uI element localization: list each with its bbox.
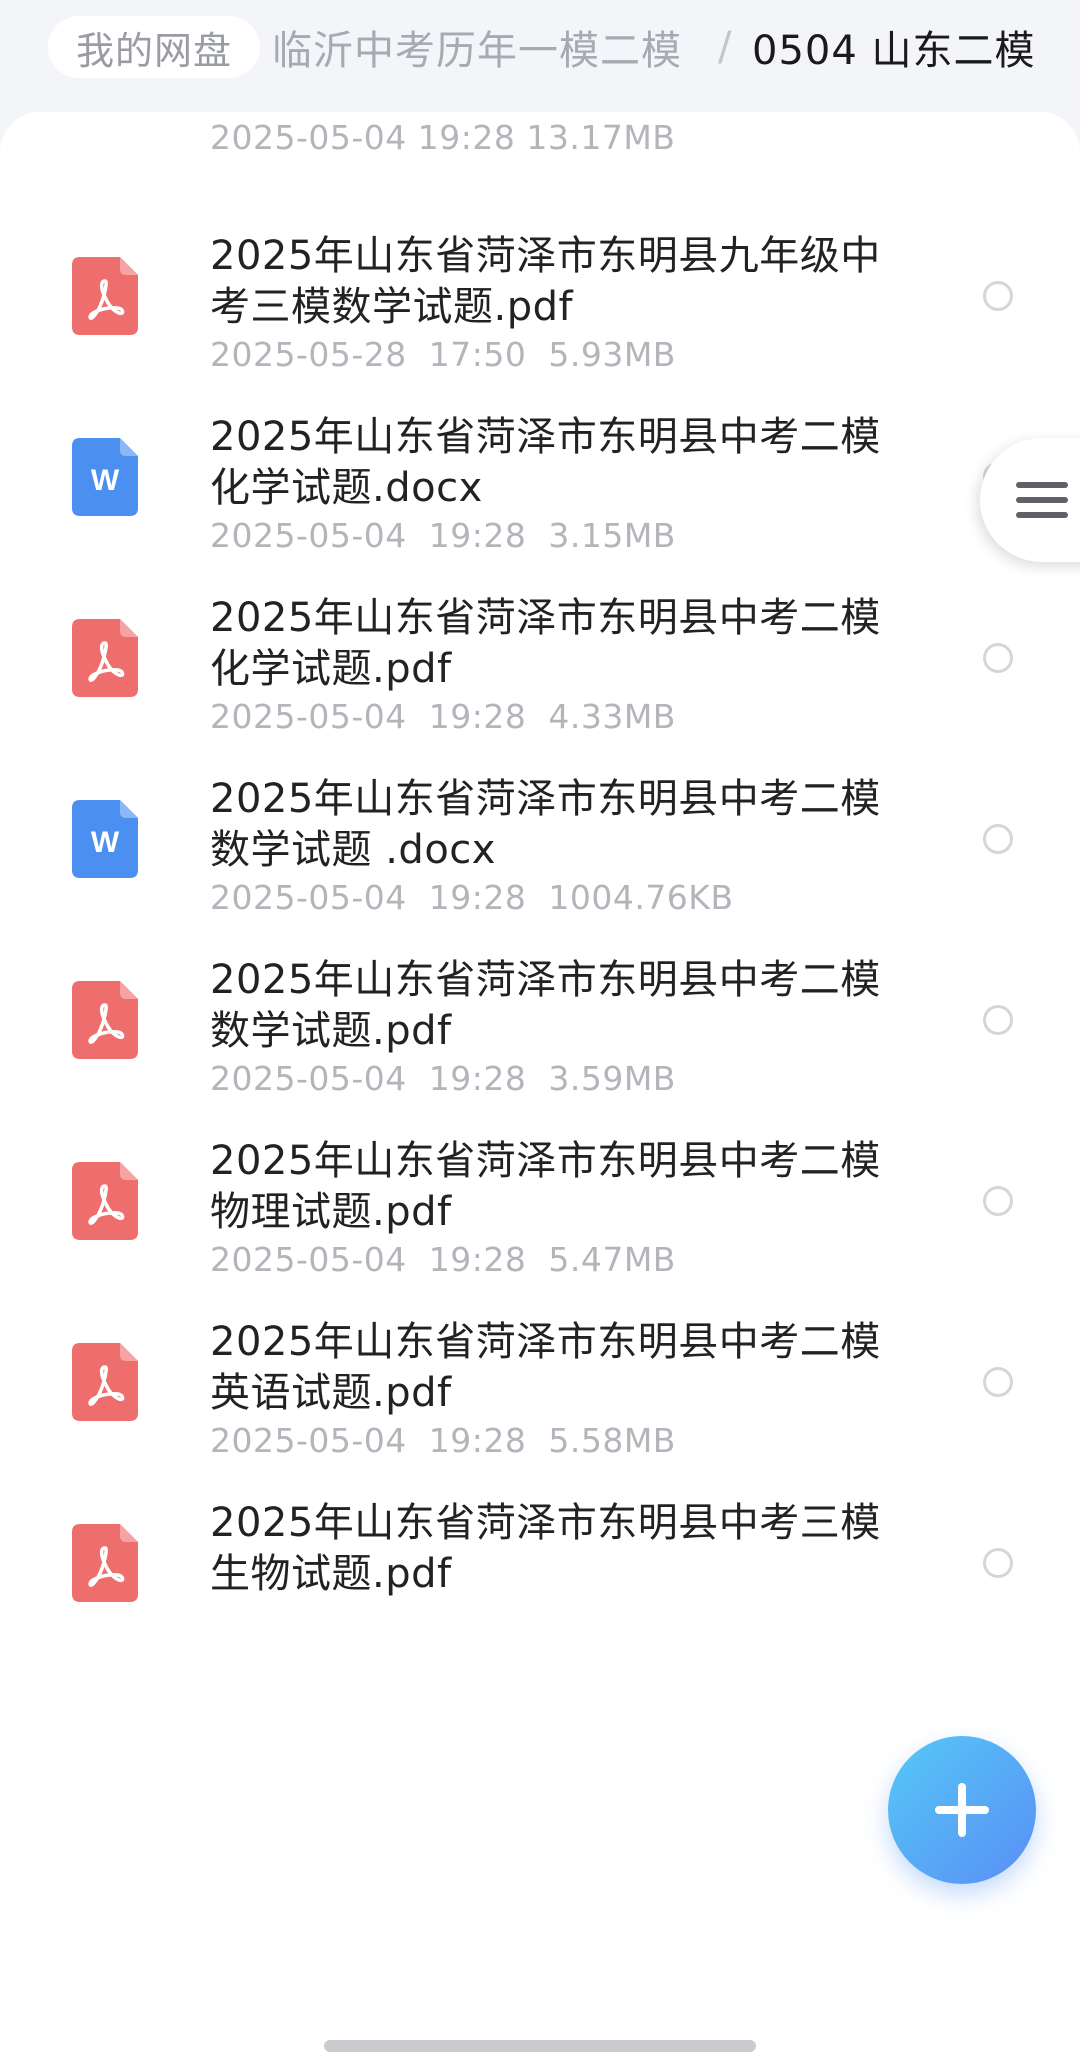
add-button[interactable]: [888, 1736, 1036, 1884]
file-name: 2025年山东省菏泽市东明县中考二模物理试题.pdf: [210, 1138, 881, 1235]
select-radio[interactable]: [983, 1005, 1013, 1035]
breadcrumb-root[interactable]: 我的网盘: [48, 16, 261, 78]
file-list-item[interactable]: 2025年山东省菏泽市东明县中考三模生物试题.pdf: [0, 1436, 1080, 1636]
select-radio[interactable]: [983, 1548, 1013, 1578]
pdf-file-icon: [72, 1343, 138, 1421]
file-list-item[interactable]: W 2025年山东省菏泽市东明县中考二模数学试题 .docx 2025-05-04 …: [0, 712, 1080, 917]
file-name: 2025年山东省菏泽市东明县中考二模化学试题.docx: [210, 414, 881, 511]
pdf-file-icon: [72, 1162, 138, 1240]
word-file-icon: W: [72, 800, 138, 878]
pdf-file-icon: [72, 981, 138, 1059]
file-list-item[interactable]: 2025年山东省菏泽市东明县九年级中考三模数学试题.pdf 2025-05-28 …: [0, 169, 1080, 374]
breadcrumb-separator: /: [718, 24, 732, 70]
breadcrumb-parent[interactable]: 临沂中考历年一模二模: [272, 16, 682, 78]
select-radio[interactable]: [983, 1186, 1013, 1216]
file-list-item[interactable]: W 2025年山东省菏泽市东明县中考二模化学试题.docx 2025-05-04 1…: [0, 350, 1080, 555]
svg-text:W: W: [91, 826, 120, 859]
svg-text:W: W: [91, 464, 120, 497]
top-bar: 我的网盘 临沂中考历年一模二模 / 0504 山东二模: [0, 0, 1080, 120]
partial-file-meta: 2025-05-04 19:28 13.17MB: [210, 117, 676, 157]
select-radio[interactable]: [983, 824, 1013, 854]
select-radio[interactable]: [983, 643, 1013, 673]
breadcrumb-current: 0504 山东二模: [752, 28, 1036, 74]
file-list-item[interactable]: 2025年山东省菏泽市东明县中考二模物理试题.pdf 2025-05-04 19:…: [0, 1074, 1080, 1279]
file-list-item[interactable]: 2025年山东省菏泽市东明县中考二模数学试题.pdf 2025-05-04 19:…: [0, 893, 1080, 1098]
file-name: 2025年山东省菏泽市东明县中考二模数学试题 .docx: [210, 776, 881, 873]
file-name: 2025年山东省菏泽市东明县中考二模数学试题.pdf: [210, 957, 881, 1054]
home-indicator: [324, 2040, 756, 2052]
select-radio[interactable]: [983, 1367, 1013, 1397]
select-radio[interactable]: [983, 281, 1013, 311]
file-name: 2025年山东省菏泽市东明县中考二模英语试题.pdf: [210, 1319, 881, 1416]
file-list-item[interactable]: 2025年山东省菏泽市东明县中考二模英语试题.pdf 2025-05-04 19:…: [0, 1255, 1080, 1460]
pdf-file-icon: [72, 257, 138, 335]
pdf-file-icon: [72, 1524, 138, 1602]
file-name: 2025年山东省菏泽市东明县九年级中考三模数学试题.pdf: [210, 233, 881, 330]
file-name: 2025年山东省菏泽市东明县中考三模生物试题.pdf: [210, 1500, 881, 1597]
pdf-file-icon: [72, 619, 138, 697]
file-name: 2025年山东省菏泽市东明县中考二模化学试题.pdf: [210, 595, 881, 692]
file-list-item[interactable]: 2025年山东省菏泽市东明县中考二模化学试题.pdf 2025-05-04 19:…: [0, 531, 1080, 736]
word-file-icon: W: [72, 438, 138, 516]
